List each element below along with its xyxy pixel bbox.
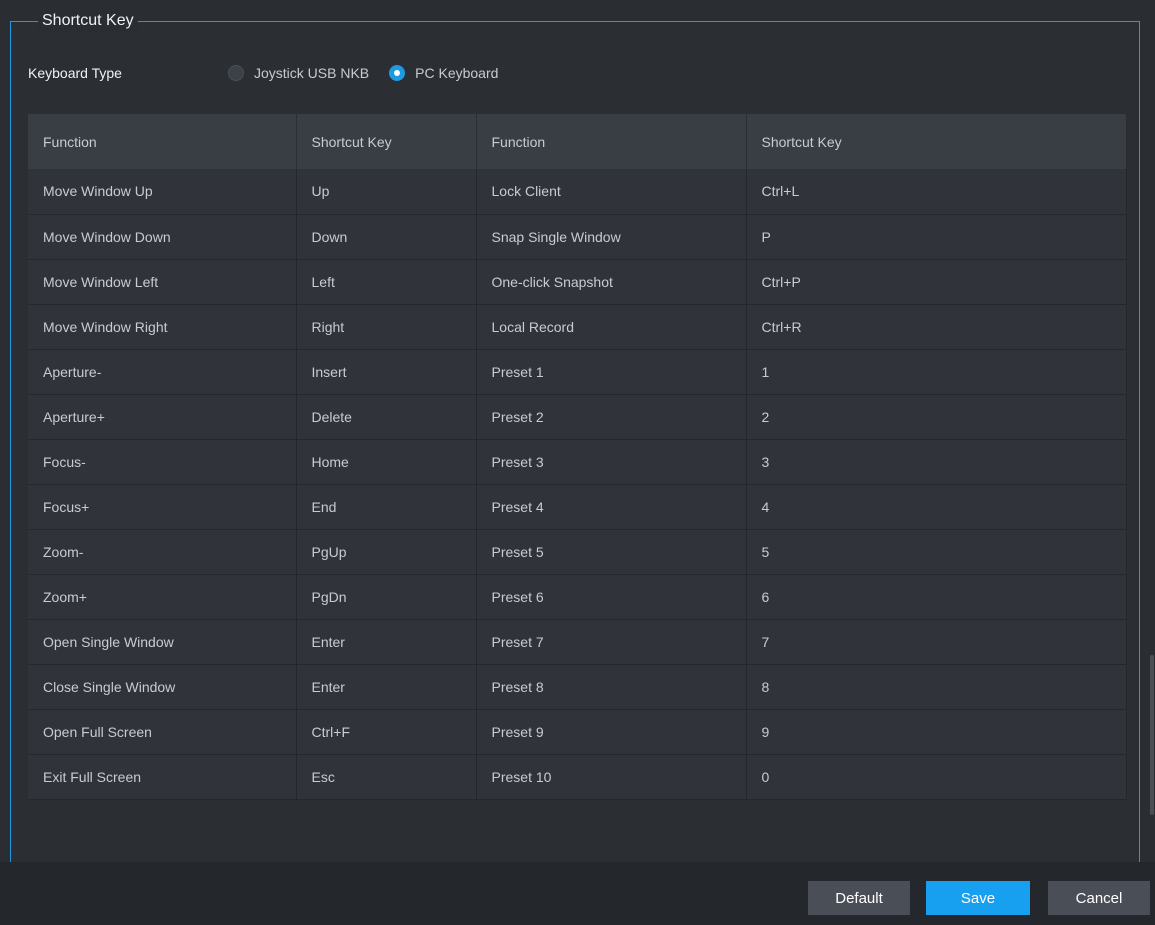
function-cell: Open Full Screen: [28, 709, 297, 755]
function-cell: Close Single Window: [28, 664, 297, 710]
header-function-1: Function: [28, 114, 297, 169]
footer-bar: Default Save Cancel: [0, 862, 1155, 925]
shortcut-key-cell[interactable]: Ctrl+R: [746, 304, 1127, 350]
function-cell: Focus-: [28, 439, 297, 485]
function-cell: Preset 3: [476, 439, 747, 485]
function-cell: Preset 4: [476, 484, 747, 530]
shortcut-key-cell[interactable]: Enter: [296, 619, 477, 665]
shortcut-key-cell[interactable]: Right: [296, 304, 477, 350]
table-body: Move Window Up Up Lock Client Ctrl+L Move Wi…: [28, 169, 1127, 800]
shortcut-key-cell[interactable]: Insert: [296, 349, 477, 395]
function-cell: Preset 9: [476, 709, 747, 755]
function-cell: One-click Snapshot: [476, 259, 747, 305]
radio-pc-keyboard[interactable]: PC Keyboard: [389, 65, 498, 81]
shortcut-key-cell[interactable]: Left: [296, 259, 477, 305]
shortcut-key-cell[interactable]: Ctrl+L: [746, 169, 1127, 215]
function-cell: Move Window Left: [28, 259, 297, 305]
function-cell: Move Window Up: [28, 169, 297, 215]
table-row[interactable]: Move Window Down Down Snap Single Window P: [28, 214, 1127, 260]
function-cell: Preset 6: [476, 574, 747, 620]
default-button[interactable]: Default: [808, 881, 910, 915]
function-cell: Lock Client: [476, 169, 747, 215]
function-cell: Aperture-: [28, 349, 297, 395]
function-cell: Zoom+: [28, 574, 297, 620]
table-row[interactable]: Move Window Up Up Lock Client Ctrl+L: [28, 169, 1127, 215]
radio-joystick-label: Joystick USB NKB: [254, 65, 370, 81]
function-cell: Zoom-: [28, 529, 297, 575]
shortcut-key-cell[interactable]: 4: [746, 484, 1127, 530]
keyboard-type-label: Keyboard Type: [28, 65, 122, 81]
function-cell: Preset 5: [476, 529, 747, 575]
table-header-row: Function Shortcut Key Function Shortcut …: [28, 114, 1127, 169]
table-row[interactable]: Focus- Home Preset 33: [28, 439, 1127, 485]
function-cell: Open Single Window: [28, 619, 297, 665]
save-button[interactable]: Save: [926, 881, 1030, 915]
table-row[interactable]: Zoom- PgUp Preset 55: [28, 529, 1127, 575]
shortcut-key-cell[interactable]: Ctrl+P: [746, 259, 1127, 305]
shortcut-key-cell[interactable]: 6: [746, 574, 1127, 620]
table-row[interactable]: Move Window Right Right Local Record Ctrl+R: [28, 304, 1127, 350]
vertical-scrollbar[interactable]: [1150, 655, 1154, 815]
function-cell: Preset 2: [476, 394, 747, 440]
shortcut-key-cell[interactable]: Home: [296, 439, 477, 485]
function-cell: Aperture+: [28, 394, 297, 440]
table-row[interactable]: Aperture+ Delete Preset 22: [28, 394, 1127, 440]
table-row[interactable]: Close Single Window Enter Preset 88: [28, 664, 1127, 710]
shortcut-key-cell[interactable]: End: [296, 484, 477, 530]
header-shortcut-key-2: Shortcut Key: [746, 114, 1127, 169]
radio-joystick-usb-nkb[interactable]: Joystick USB NKB: [228, 65, 369, 81]
cancel-button[interactable]: Cancel: [1048, 881, 1150, 915]
shortcut-key-page: Shortcut Key Keyboard Type Joystick USB …: [0, 0, 1155, 925]
header-function-2: Function: [476, 114, 747, 169]
shortcut-key-cell[interactable]: PgUp: [296, 529, 477, 575]
shortcut-key-cell[interactable]: Ctrl+F: [296, 709, 477, 755]
shortcut-key-cell[interactable]: 0: [746, 754, 1127, 800]
shortcut-key-cell[interactable]: 5: [746, 529, 1127, 575]
function-cell: Focus+: [28, 484, 297, 530]
shortcut-key-cell[interactable]: Up: [296, 169, 477, 215]
shortcut-key-cell[interactable]: Delete: [296, 394, 477, 440]
header-shortcut-key-1: Shortcut Key: [296, 114, 477, 169]
shortcut-key-cell[interactable]: Esc: [296, 754, 477, 800]
table-row[interactable]: Open Full Screen Ctrl+F Preset 99: [28, 709, 1127, 755]
function-cell: Preset 1: [476, 349, 747, 395]
function-cell: Move Window Down: [28, 214, 297, 260]
function-cell: Preset 10: [476, 754, 747, 800]
radio-button-unchecked-icon[interactable]: [228, 65, 244, 81]
shortcut-table: Function Shortcut Key Function Shortcut …: [28, 114, 1127, 800]
shortcut-key-cell[interactable]: PgDn: [296, 574, 477, 620]
shortcut-key-cell[interactable]: 9: [746, 709, 1127, 755]
function-cell: Move Window Right: [28, 304, 297, 350]
shortcut-key-cell[interactable]: 2: [746, 394, 1127, 440]
keyboard-type-row: Keyboard Type Joystick USB NKB PC Keyboa…: [28, 60, 518, 86]
function-cell: Local Record: [476, 304, 747, 350]
shortcut-key-cell[interactable]: 8: [746, 664, 1127, 710]
shortcut-key-cell[interactable]: Down: [296, 214, 477, 260]
function-cell: Exit Full Screen: [28, 754, 297, 800]
shortcut-key-cell[interactable]: Enter: [296, 664, 477, 710]
function-cell: Preset 7: [476, 619, 747, 665]
function-cell: Snap Single Window: [476, 214, 747, 260]
shortcut-key-cell[interactable]: 7: [746, 619, 1127, 665]
shortcut-key-cell[interactable]: 3: [746, 439, 1127, 485]
shortcut-key-cell[interactable]: P: [746, 214, 1127, 260]
function-cell: Preset 8: [476, 664, 747, 710]
table-row[interactable]: Zoom+ PgDn Preset 66: [28, 574, 1127, 620]
radio-pc-keyboard-label: PC Keyboard: [415, 65, 499, 81]
table-row[interactable]: Focus+ End Preset 44: [28, 484, 1127, 530]
shortcut-key-cell[interactable]: 1: [746, 349, 1127, 395]
table-row[interactable]: Aperture- Insert Preset 11: [28, 349, 1127, 395]
panel-title: Shortcut Key: [38, 10, 138, 32]
radio-button-checked-icon[interactable]: [389, 65, 406, 81]
table-row[interactable]: Open Single Window Enter Preset 77: [28, 619, 1127, 665]
table-row[interactable]: Exit Full Screen Esc Preset 10 0: [28, 754, 1127, 800]
shortcut-table-container: Function Shortcut Key Function Shortcut …: [28, 114, 1127, 800]
table-row[interactable]: Move Window Left Left One-click Snapshot Ct…: [28, 259, 1127, 305]
